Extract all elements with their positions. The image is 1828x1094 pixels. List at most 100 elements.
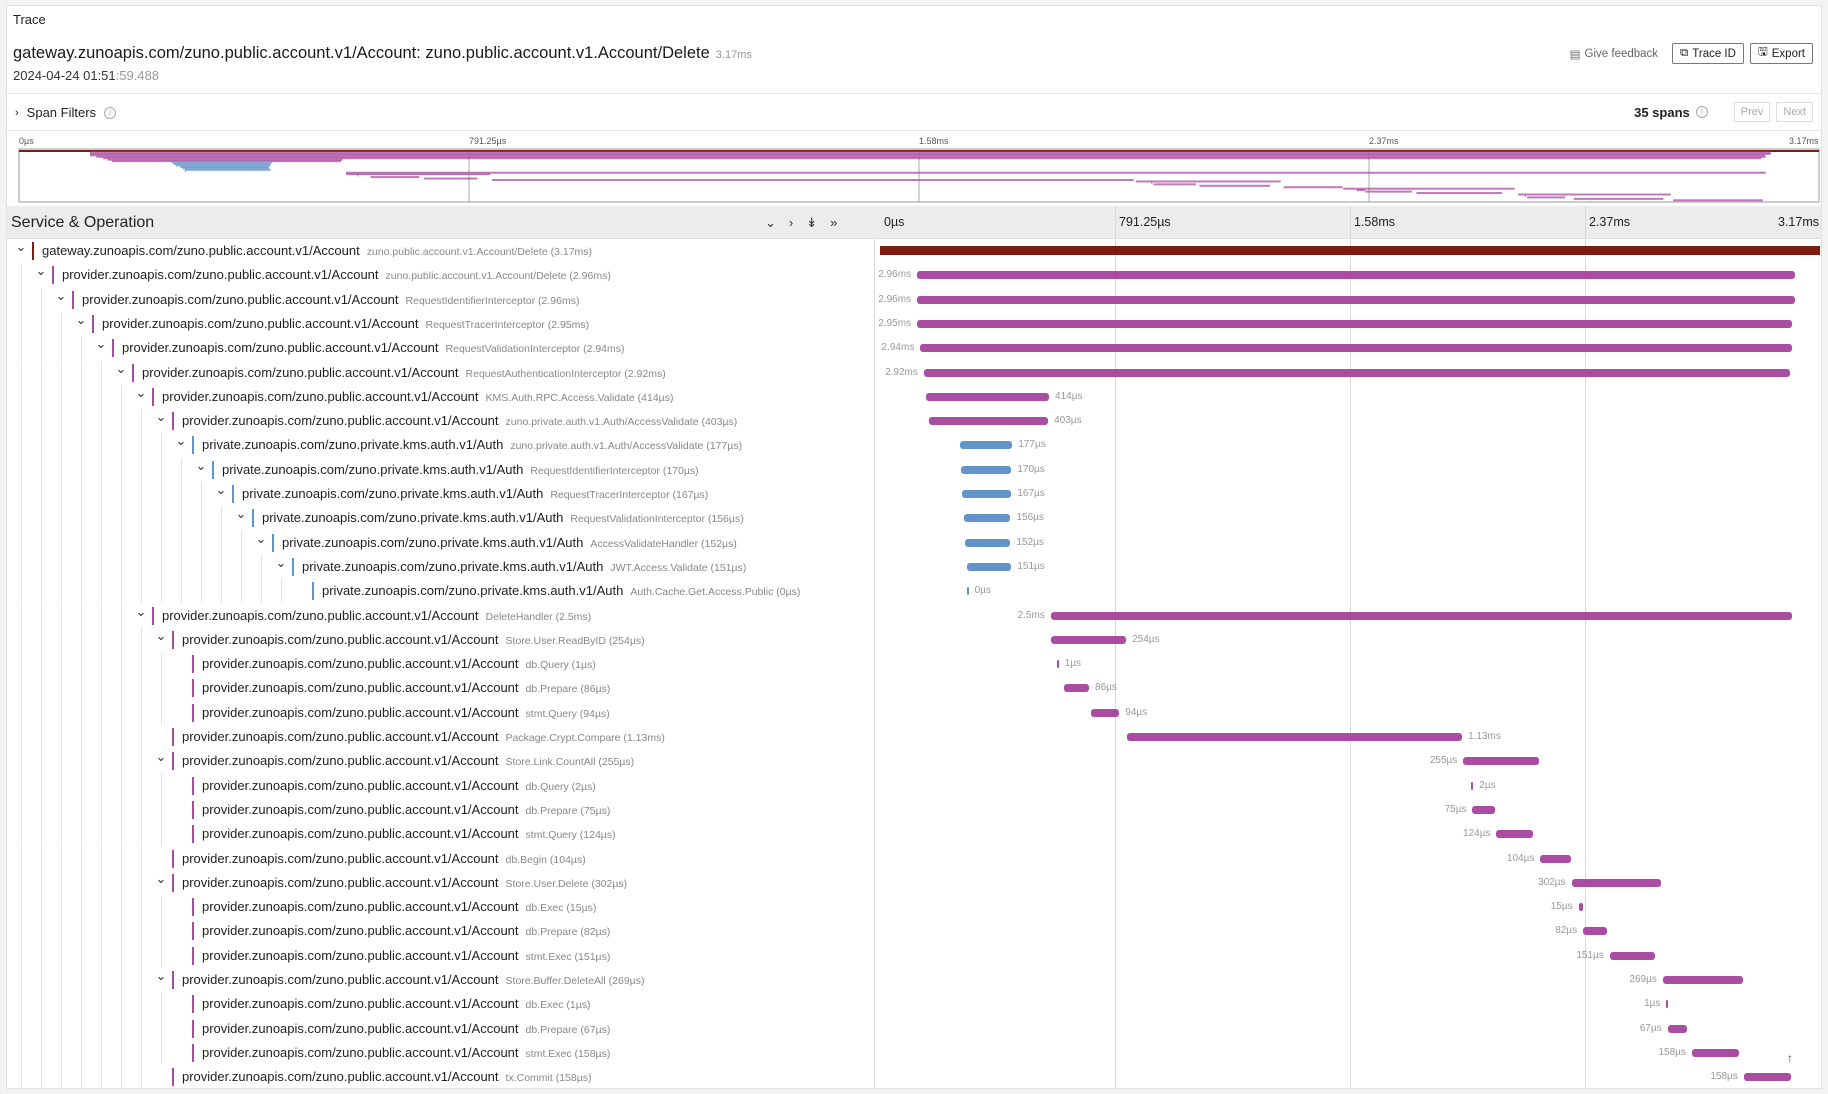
scroll-to-top-icon[interactable]: ↑ — [1787, 1051, 1793, 1065]
chevron-down-icon[interactable]: ⌄ — [75, 312, 87, 328]
span-row[interactable]: ⌄ provider.zunoapis.com/zuno.public.accou… — [7, 409, 1821, 434]
span-name[interactable]: provider.zunoapis.com/zuno.public.accoun… — [102, 316, 589, 331]
span-name[interactable]: provider.zunoapis.com/zuno.public.accoun… — [202, 826, 616, 841]
span-row[interactable]: provider.zunoapis.com/zuno.public.accoun… — [7, 676, 1821, 701]
span-bar[interactable] — [920, 344, 1793, 353]
span-name[interactable]: provider.zunoapis.com/zuno.public.accoun… — [142, 365, 666, 380]
span-bar[interactable] — [1667, 1024, 1688, 1033]
span-name[interactable]: provider.zunoapis.com/zuno.public.accoun… — [162, 389, 673, 404]
span-name[interactable]: provider.zunoapis.com/zuno.public.accoun… — [202, 1045, 610, 1060]
span-bar[interactable] — [1691, 1048, 1739, 1057]
span-row[interactable]: ⌄ gateway.zunoapis.com/zuno.public.accoun… — [7, 239, 1821, 263]
span-row[interactable]: ⌄ provider.zunoapis.com/zuno.public.accou… — [7, 287, 1821, 312]
chevron-down-icon[interactable]: ⌄ — [55, 288, 67, 304]
span-name[interactable]: provider.zunoapis.com/zuno.public.accoun… — [202, 923, 610, 938]
collapse-one-icon[interactable]: ⌄ — [765, 215, 776, 231]
span-name[interactable]: provider.zunoapis.com/zuno.public.accoun… — [62, 267, 611, 282]
span-bar[interactable] — [1571, 878, 1662, 887]
span-bar[interactable] — [966, 562, 1012, 571]
span-name[interactable]: provider.zunoapis.com/zuno.public.accoun… — [122, 340, 625, 355]
span-bar[interactable] — [926, 392, 1049, 401]
span-name[interactable]: private.zunoapis.com/zuno.private.kms.au… — [222, 462, 699, 477]
span-bar[interactable] — [1609, 951, 1655, 960]
span-name[interactable]: provider.zunoapis.com/zuno.public.accoun… — [182, 632, 645, 647]
span-row[interactable]: provider.zunoapis.com/zuno.public.accoun… — [7, 943, 1821, 968]
span-name[interactable]: provider.zunoapis.com/zuno.public.accoun… — [202, 778, 596, 793]
span-name[interactable]: provider.zunoapis.com/zuno.public.accoun… — [162, 608, 591, 623]
trace-id-button[interactable]: ⧉ Trace ID — [1672, 43, 1744, 64]
span-name[interactable]: private.zunoapis.com/zuno.private.kms.au… — [322, 583, 800, 598]
chevron-down-icon[interactable]: ⌄ — [155, 628, 167, 644]
span-name[interactable]: private.zunoapis.com/zuno.private.kms.au… — [202, 437, 742, 452]
span-name[interactable]: private.zunoapis.com/zuno.private.kms.au… — [242, 486, 708, 501]
span-row[interactable]: ⌄ provider.zunoapis.com/zuno.public.accou… — [7, 870, 1821, 896]
span-row[interactable]: provider.zunoapis.com/zuno.public.accoun… — [7, 1016, 1821, 1041]
span-row[interactable]: ⌄ provider.zunoapis.com/zuno.public.accou… — [7, 311, 1821, 337]
span-row[interactable]: ⌄ provider.zunoapis.com/zuno.public.accou… — [7, 968, 1821, 993]
span-name[interactable]: provider.zunoapis.com/zuno.public.accoun… — [202, 656, 596, 671]
span-bar[interactable] — [960, 465, 1012, 474]
span-row[interactable]: ⌄ private.zunoapis.com/zuno.private.kms.a… — [7, 482, 1821, 507]
span-name[interactable]: provider.zunoapis.com/zuno.public.accoun… — [202, 899, 596, 914]
span-bar[interactable] — [1583, 927, 1608, 936]
span-name[interactable]: provider.zunoapis.com/zuno.public.accoun… — [182, 1069, 592, 1084]
span-bar[interactable] — [1472, 805, 1495, 814]
span-bar[interactable] — [966, 587, 969, 596]
span-bar[interactable] — [917, 271, 1795, 280]
span-bar[interactable] — [1091, 708, 1120, 717]
span-row[interactable]: provider.zunoapis.com/zuno.public.accoun… — [7, 1065, 1821, 1088]
span-name[interactable]: provider.zunoapis.com/zuno.public.accoun… — [182, 729, 665, 744]
span-bar[interactable] — [961, 490, 1012, 498]
span-filters-toggle[interactable]: › Span Filters i — [15, 105, 117, 120]
span-name[interactable]: gateway.zunoapis.com/zuno.public.account… — [42, 243, 592, 258]
chevron-down-icon[interactable]: ⌄ — [35, 263, 47, 279]
next-button[interactable]: Next — [1776, 102, 1813, 122]
span-row[interactable]: ⌄ provider.zunoapis.com/zuno.public.accou… — [7, 360, 1821, 385]
span-bar[interactable] — [964, 514, 1011, 523]
span-name[interactable]: private.zunoapis.com/zuno.private.kms.au… — [262, 510, 744, 525]
chevron-down-icon[interactable]: ⌄ — [135, 604, 147, 620]
span-bar[interactable] — [1578, 903, 1584, 912]
span-bar[interactable] — [1496, 830, 1534, 839]
info-icon[interactable]: i — [1695, 106, 1708, 118]
span-row[interactable]: private.zunoapis.com/zuno.private.kms.au… — [7, 579, 1821, 604]
chevron-down-icon[interactable]: ⌄ — [275, 555, 287, 571]
span-bar[interactable] — [1050, 635, 1127, 644]
chevron-down-icon[interactable]: ⌄ — [175, 433, 187, 449]
span-bar[interactable] — [928, 417, 1049, 426]
span-bar[interactable] — [1540, 854, 1572, 863]
chevron-down-icon[interactable]: ⌄ — [255, 531, 267, 547]
span-bar[interactable] — [917, 295, 1795, 304]
span-row[interactable]: provider.zunoapis.com/zuno.public.accoun… — [7, 846, 1821, 871]
span-row[interactable]: ⌄ private.zunoapis.com/zuno.private.kms.a… — [7, 433, 1821, 458]
span-row[interactable]: ⌄ provider.zunoapis.com/zuno.public.accou… — [7, 627, 1821, 653]
prev-button[interactable]: Prev — [1733, 102, 1771, 122]
export-button[interactable]: 🖫 Export — [1749, 43, 1813, 64]
minimap-canvas[interactable]: 0µs 791.25µs 1.58ms 2.37ms 3.17ms — [7, 132, 1822, 204]
span-bar[interactable] — [1743, 1073, 1791, 1082]
span-row[interactable]: provider.zunoapis.com/zuno.public.accoun… — [7, 919, 1821, 944]
span-name[interactable]: private.zunoapis.com/zuno.private.kms.au… — [302, 559, 746, 574]
span-name[interactable]: provider.zunoapis.com/zuno.public.accoun… — [182, 413, 737, 428]
span-row[interactable]: ⌄ provider.zunoapis.com/zuno.public.accou… — [7, 263, 1821, 288]
span-name[interactable]: provider.zunoapis.com/zuno.public.accoun… — [202, 802, 610, 817]
expand-all-icon[interactable]: » — [830, 215, 837, 231]
chevron-down-icon[interactable]: ⌄ — [115, 361, 127, 377]
span-bar[interactable] — [959, 441, 1013, 450]
collapse-all-icon[interactable]: ↡ — [806, 215, 817, 231]
chevron-down-icon[interactable]: ⌄ — [215, 482, 227, 498]
span-row[interactable]: ⌄ private.zunoapis.com/zuno.private.kms.a… — [7, 530, 1821, 555]
span-name[interactable]: provider.zunoapis.com/zuno.public.accoun… — [82, 292, 579, 307]
breadcrumb[interactable]: Trace — [13, 12, 46, 27]
span-row[interactable]: ⌄ private.zunoapis.com/zuno.private.kms.a… — [7, 506, 1821, 531]
chevron-down-icon[interactable]: ⌄ — [155, 409, 167, 425]
span-bar[interactable] — [965, 538, 1011, 547]
chevron-down-icon[interactable]: ⌄ — [155, 968, 167, 984]
span-row[interactable]: ⌄ private.zunoapis.com/zuno.private.kms.a… — [7, 554, 1821, 580]
span-name[interactable]: provider.zunoapis.com/zuno.public.accoun… — [202, 1021, 610, 1036]
info-icon[interactable]: i — [104, 106, 117, 119]
span-row[interactable]: ⌄ private.zunoapis.com/zuno.private.kms.a… — [7, 457, 1821, 482]
chevron-down-icon[interactable]: ⌄ — [95, 336, 107, 352]
span-bar[interactable] — [1063, 684, 1090, 693]
span-name[interactable]: provider.zunoapis.com/zuno.public.accoun… — [182, 753, 634, 768]
